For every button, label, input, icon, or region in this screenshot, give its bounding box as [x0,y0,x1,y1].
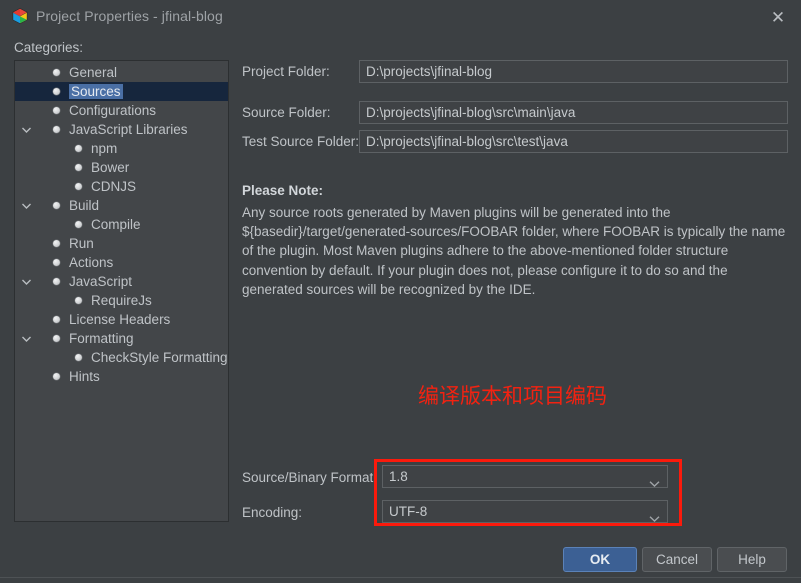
tree-node-bullet-icon [53,316,60,323]
tree-item-formatting[interactable]: Formatting [15,329,228,348]
footer-divider [0,577,801,578]
chevron-down-icon[interactable] [21,200,32,211]
chevron-down-icon[interactable] [21,124,32,135]
tree-item-label: Build [69,198,100,213]
test-source-folder-field[interactable]: D:\projects\jfinal-blog\src\test\java [359,130,788,153]
chevron-down-icon [649,473,660,487]
tree-node-bullet-icon [53,69,60,76]
netbeans-cube-icon [11,7,29,25]
tree-item-configurations[interactable]: Configurations [15,101,228,120]
tree-item-label: CDNJS [91,179,137,194]
chevron-down-icon [649,508,660,522]
tree-item-run[interactable]: Run [15,234,228,253]
tree-item-label: Compile [91,217,141,232]
cancel-button[interactable]: Cancel [642,547,712,572]
tree-item-checkstyle-formatting[interactable]: CheckStyle Formatting [15,348,228,367]
tree-item-label: License Headers [69,312,171,327]
tree-node-bullet-icon [53,278,60,285]
tree-item-label: Sources [69,84,123,99]
tree-item-sources[interactable]: Sources [15,82,228,101]
tree-node-bullet-icon [53,373,60,380]
tree-item-label: Bower [91,160,130,175]
tree-item-general[interactable]: General [15,61,228,82]
tree-item-label: Run [69,236,94,251]
test-source-folder-label: Test Source Folder: [242,134,360,149]
encoding-value: UTF-8 [389,504,428,519]
tree-item-label: Hints [69,369,100,384]
tree-item-actions[interactable]: Actions [15,253,228,272]
project-folder-label: Project Folder: [242,64,330,79]
tree-item-requirejs[interactable]: RequireJs [15,291,228,310]
tree-node-bullet-icon [53,126,60,133]
tree-node-bullet-icon [75,145,82,152]
chevron-down-icon[interactable] [21,276,32,287]
tree-item-label: General [69,65,118,80]
tree-node-bullet-icon [53,202,60,209]
title-bar: Project Properties - jfinal-blog ✕ [0,0,801,33]
tree-node-bullet-icon [75,297,82,304]
tree-item-build[interactable]: Build [15,196,228,215]
window-title: Project Properties - jfinal-blog [36,8,223,24]
tree-node-bullet-icon [53,107,60,114]
tree-item-javascript[interactable]: JavaScript [15,272,228,291]
tree-node-bullet-icon [75,183,82,190]
red-annotation-text: 编译版本和项目编码 [418,384,607,408]
project-folder-field[interactable]: D:\projects\jfinal-blog [359,60,788,83]
tree-item-label: npm [91,141,118,156]
please-note-heading: Please Note: [242,183,324,198]
tree-node-bullet-icon [75,164,82,171]
tree-item-label: Configurations [69,103,157,118]
tree-item-label: JavaScript Libraries [69,122,188,137]
tree-node-bullet-icon [53,335,60,342]
ok-button[interactable]: OK [563,547,637,572]
source-folder-field[interactable]: D:\projects\jfinal-blog\src\main\java [359,101,788,124]
tree-node-bullet-icon [75,354,82,361]
tree-node-bullet-icon [53,240,60,247]
tree-item-hints[interactable]: Hints [15,367,228,386]
tree-item-bower[interactable]: Bower [15,158,228,177]
source-binary-format-dropdown[interactable]: 1.8 [382,465,668,488]
tree-node-bullet-icon [75,221,82,228]
tree-item-npm[interactable]: npm [15,139,228,158]
source-binary-format-value: 1.8 [389,469,408,484]
tree-item-javascript-libraries[interactable]: JavaScript Libraries [15,120,228,139]
chevron-down-icon[interactable] [21,333,32,344]
source-binary-format-label: Source/Binary Format: [242,470,378,485]
tree-item-label: Formatting [69,331,134,346]
please-note-text: Any source roots generated by Maven plug… [242,205,786,297]
categories-label: Categories: [14,40,84,55]
tree-item-label: CheckStyle Formatting [91,350,228,365]
project-properties-dialog: Project Properties - jfinal-blog ✕ Categ… [0,0,801,583]
tree-item-license-headers[interactable]: License Headers [15,310,228,329]
help-button[interactable]: Help [717,547,787,572]
tree-item-label: RequireJs [91,293,152,308]
close-icon[interactable]: ✕ [767,6,789,28]
source-folder-label: Source Folder: [242,105,331,120]
tree-item-compile[interactable]: Compile [15,215,228,234]
tree-node-bullet-icon [53,88,60,95]
encoding-dropdown[interactable]: UTF-8 [382,500,668,523]
tree-node-bullet-icon [53,259,60,266]
encoding-label: Encoding: [242,505,303,520]
tree-item-label: JavaScript [69,274,133,289]
tree-item-label: Actions [69,255,114,270]
tree-item-cdnjs[interactable]: CDNJS [15,177,228,196]
categories-tree[interactable]: General Sources Configurations JavaScript L… [14,60,229,522]
